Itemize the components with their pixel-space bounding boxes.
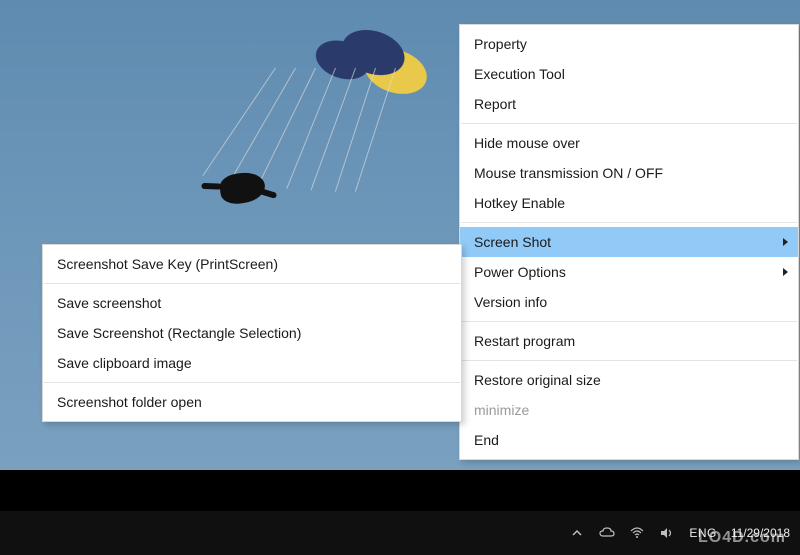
menu-item-save-screenshot[interactable]: Save screenshot: [43, 288, 461, 318]
menu-item-restore-original-size[interactable]: Restore original size: [460, 365, 798, 395]
watermark: LO4D.com: [698, 529, 786, 547]
menu-item-screen-shot[interactable]: Screen Shot: [460, 227, 798, 257]
parachute-graphic: [230, 8, 450, 148]
menu-item-report[interactable]: Report: [460, 89, 798, 119]
context-menu-screenshot: Screenshot Save Key (PrintScreen) Save s…: [42, 244, 462, 422]
tray-cloud-icon[interactable]: [599, 525, 615, 541]
menu-separator: [44, 283, 460, 284]
menu-item-save-screenshot-rectangle[interactable]: Save Screenshot (Rectangle Selection): [43, 318, 461, 348]
menu-separator: [461, 321, 797, 322]
menu-item-screenshot-folder-open[interactable]: Screenshot folder open: [43, 387, 461, 417]
menu-item-power-options[interactable]: Power Options: [460, 257, 798, 287]
menu-item-hotkey-enable[interactable]: Hotkey Enable: [460, 188, 798, 218]
menu-item-mouse-transmission[interactable]: Mouse transmission ON / OFF: [460, 158, 798, 188]
menu-item-version-info[interactable]: Version info: [460, 287, 798, 317]
tray-chevron-up-icon[interactable]: [569, 525, 585, 541]
taskbar: ENG 11/29/2018: [0, 511, 800, 555]
context-menu-main: Property Execution Tool Report Hide mous…: [459, 24, 799, 460]
menu-separator: [44, 382, 460, 383]
dark-strip: [0, 470, 800, 511]
menu-item-screenshot-save-key[interactable]: Screenshot Save Key (PrintScreen): [43, 249, 461, 279]
menu-separator: [461, 123, 797, 124]
menu-item-property[interactable]: Property: [460, 29, 798, 59]
menu-item-hide-mouse-over[interactable]: Hide mouse over: [460, 128, 798, 158]
tray-volume-icon[interactable]: [659, 525, 675, 541]
menu-item-end[interactable]: End: [460, 425, 798, 455]
menu-separator: [461, 222, 797, 223]
tray-wifi-icon[interactable]: [629, 525, 645, 541]
menu-separator: [461, 360, 797, 361]
menu-item-execution-tool[interactable]: Execution Tool: [460, 59, 798, 89]
menu-item-save-clipboard-image[interactable]: Save clipboard image: [43, 348, 461, 378]
menu-item-restart-program[interactable]: Restart program: [460, 326, 798, 356]
menu-item-minimize: minimize: [460, 395, 798, 425]
